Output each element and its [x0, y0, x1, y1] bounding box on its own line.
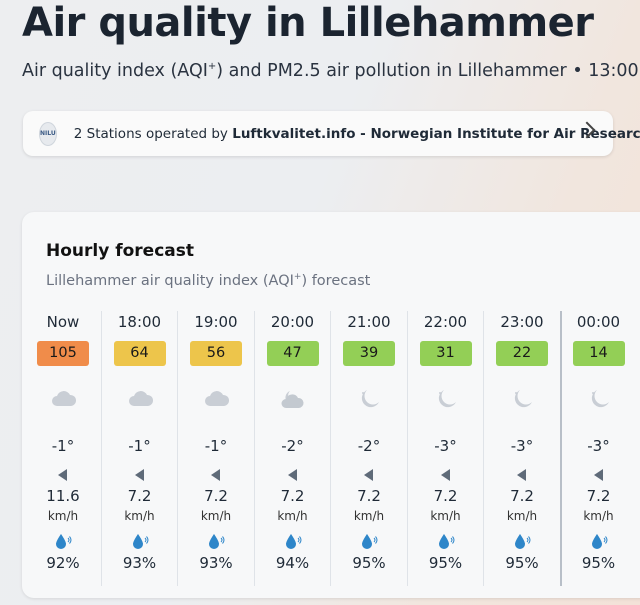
- humidity-drop-icon: [56, 534, 72, 549]
- hour-time: 22:00: [423, 313, 468, 331]
- humidity-drop-icon: [438, 534, 454, 549]
- wind-direction-icon: [517, 469, 526, 481]
- temperature: -2°: [357, 437, 381, 455]
- forecast-subtitle: Lillehammer air quality index (AQI+) for…: [46, 272, 370, 289]
- hour-column: 20:00 47 -2° 7.2 km/h 94%: [255, 311, 331, 586]
- wind-direction-icon: [364, 469, 373, 481]
- hour-time: 19:00: [194, 313, 238, 331]
- wind-speed: 7.2: [127, 487, 152, 505]
- wind-unit: km/h: [124, 509, 155, 523]
- wind-unit: km/h: [583, 509, 614, 523]
- hour-column: 21:00 39 -2° 7.2 km/h 95%: [331, 311, 407, 586]
- temperature: -3°: [587, 437, 610, 455]
- hours-row: Now 105 -1° 11.6 km/h 92% 18:00 64 -1° 7.2 km/h 93%…: [22, 311, 640, 586]
- wind-speed: 11.6: [46, 487, 80, 505]
- temperature: -3°: [434, 437, 457, 455]
- wind-unit: km/h: [47, 509, 79, 523]
- hour-time: Now: [46, 313, 80, 331]
- aqi-badge: 31: [419, 341, 472, 366]
- wind-speed: 7.2: [586, 487, 611, 505]
- humidity: 95%: [352, 554, 386, 572]
- humidity-drop-icon: [515, 534, 531, 549]
- hour-time: 20:00: [270, 313, 315, 331]
- stations-count-label: 2 Stations operated by: [73, 125, 233, 142]
- wind-speed: 7.2: [280, 487, 305, 505]
- subtitle-text-rest: ) and PM2.5 air pollution in Lillehammer…: [216, 61, 640, 81]
- wind-unit: km/h: [200, 509, 232, 523]
- moon-icon: [586, 387, 614, 411]
- temperature: -1°: [204, 437, 228, 455]
- humidity: 94%: [275, 554, 310, 572]
- temperature: -2°: [281, 437, 304, 455]
- humidity-drop-icon: [209, 534, 225, 549]
- wind-unit: km/h: [430, 509, 461, 523]
- humidity: 95%: [505, 554, 539, 572]
- wind-direction-icon: [58, 469, 67, 481]
- humidity: 93%: [199, 554, 233, 572]
- hour-column: 18:00 64 -1° 7.2 km/h 93%: [102, 311, 178, 586]
- hourly-forecast-card: Hourly forecast Lillehammer air quality …: [22, 212, 640, 598]
- hour-time: 23:00: [500, 313, 544, 331]
- wind-unit: km/h: [506, 509, 538, 523]
- hour-column: 23:00 22 -3° 7.2 km/h 95%: [484, 311, 560, 586]
- forecast-subtitle-text: Lillehammer air quality index (AQI: [46, 272, 294, 289]
- humidity: 95%: [428, 554, 463, 572]
- stations-card[interactable]: NILU 2 Stations operated by Luftkvalitet…: [23, 111, 640, 156]
- aqi-badge: 22: [496, 341, 548, 366]
- hour-column: Now 105 -1° 11.6 km/h 92%: [25, 311, 101, 586]
- hour-time: 00:00: [576, 313, 621, 331]
- wind-speed: 7.2: [510, 487, 534, 505]
- cloud-icon: [203, 387, 231, 411]
- hour-column: 22:00 31 -3° 7.2 km/h 95%: [408, 311, 484, 586]
- subtitle-text: Air quality index (AQI: [22, 61, 208, 81]
- temperature: -1°: [128, 437, 151, 455]
- temperature: -3°: [510, 437, 534, 455]
- aqi-badge: 64: [113, 341, 166, 366]
- moon-icon: [356, 387, 384, 411]
- forecast-subtitle-rest: ) forecast: [301, 272, 371, 289]
- aqi-badge: 39: [343, 341, 395, 366]
- humidity: 95%: [581, 554, 616, 572]
- humidity-drop-icon: [132, 534, 148, 549]
- aqi-badge: 105: [37, 341, 89, 366]
- station-logo: NILU: [39, 121, 57, 146]
- wind-speed: 7.2: [357, 487, 381, 505]
- wind-direction-icon: [211, 469, 220, 481]
- humidity: 93%: [122, 554, 157, 572]
- hour-time: 21:00: [347, 313, 391, 331]
- wind-unit: km/h: [277, 509, 308, 523]
- hour-time: 18:00: [117, 313, 162, 331]
- wind-speed: 7.2: [433, 487, 458, 505]
- hour-column: 00:00 14 -3° 7.2 km/h 95%: [561, 311, 637, 586]
- humidity-drop-icon: [362, 534, 378, 549]
- humidity: 92%: [46, 554, 80, 572]
- wind-speed: 7.2: [204, 487, 228, 505]
- hour-column: 19:00 56 -1° 7.2 km/h 93%: [178, 311, 254, 586]
- wind-unit: km/h: [353, 509, 385, 523]
- aqi-badge: 56: [190, 341, 242, 366]
- stations-text: 2 Stations operated by Luftkvalitet.info…: [74, 126, 640, 142]
- humidity-drop-icon: [285, 534, 301, 549]
- forecast-title: Hourly forecast: [46, 241, 195, 261]
- page-subtitle: Air quality index (AQI+) and PM2.5 air p…: [22, 61, 640, 81]
- temperature: -1°: [51, 437, 75, 455]
- wind-direction-icon: [287, 469, 297, 481]
- wind-direction-icon: [440, 469, 450, 481]
- cloud-icon: [127, 387, 155, 411]
- page-title: Air quality in Lillehammer: [22, 0, 594, 46]
- cloudy-moon-icon: [280, 387, 308, 411]
- aqi-badge: 14: [572, 341, 625, 366]
- wind-direction-icon: [593, 469, 603, 481]
- moon-icon: [433, 387, 461, 411]
- moon-icon: [509, 387, 537, 411]
- cloud-icon: [50, 387, 78, 411]
- humidity-drop-icon: [591, 534, 607, 549]
- aqi-badge: 47: [266, 341, 319, 366]
- wind-direction-icon: [134, 469, 144, 481]
